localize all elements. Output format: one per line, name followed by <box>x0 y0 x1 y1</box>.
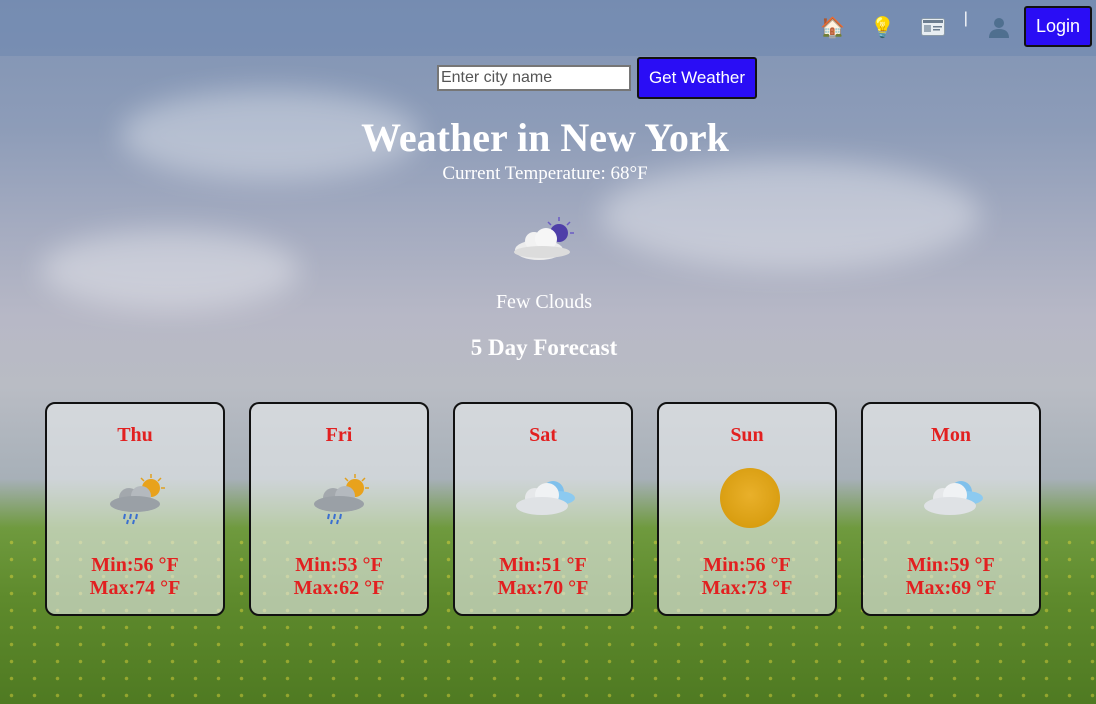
forecast-day: Sun <box>730 424 764 446</box>
cloud-icon <box>513 468 579 534</box>
forecast-day: Sat <box>529 424 557 446</box>
home-icon[interactable]: 🏠 <box>818 12 848 42</box>
forecast-min: Min:53 °F <box>295 554 383 576</box>
search-bar: Get Weather <box>0 57 1096 99</box>
nav-bar: 🏠 💡 | Login <box>808 6 1092 47</box>
forecast-min: Min:59 °F <box>907 554 995 576</box>
forecast-day: Thu <box>117 424 153 446</box>
forecast-min: Min:56 °F <box>91 554 179 576</box>
forecast-card: Sat Min:51 °F Max:70 °F <box>453 402 633 616</box>
sun-icon <box>717 468 783 534</box>
nav-separator: | <box>963 9 968 27</box>
city-search-input[interactable] <box>436 65 631 91</box>
forecast-max: Max:69 °F <box>905 577 997 599</box>
page-title: Weather in New York <box>361 115 729 160</box>
forecast-card: Sun Min:56 °F Max:73 °F <box>657 402 837 616</box>
few-clouds-night-icon <box>512 214 578 262</box>
forecast-title: 5 Day Forecast <box>470 335 618 360</box>
lightbulb-icon[interactable]: 💡 <box>868 12 898 42</box>
forecast-max: Max:70 °F <box>497 577 589 599</box>
forecast-card: Thu Min:56 °F Max:74 °F <box>45 402 225 616</box>
current-temperature: Current Temperature: 68°F <box>442 163 648 184</box>
forecast-card: Mon Min:59 °F Max:69 °F <box>861 402 1041 616</box>
cloud-icon <box>921 468 987 534</box>
sun-rain-cloud-icon <box>105 468 171 534</box>
forecast-max: Max:73 °F <box>701 577 793 599</box>
forecast-card: Fri Min:53 °F Max:62 °F <box>249 402 429 616</box>
forecast-max: Max:74 °F <box>89 577 181 599</box>
user-icon[interactable] <box>984 12 1014 42</box>
login-button[interactable]: Login <box>1023 6 1092 47</box>
sun-rain-cloud-icon <box>309 468 375 534</box>
get-weather-button[interactable]: Get Weather <box>636 57 758 99</box>
forecast-min: Min:56 °F <box>703 554 791 576</box>
forecast-day: Mon <box>931 424 971 446</box>
forecast-day: Fri <box>325 424 353 446</box>
weather-description: Few Clouds <box>495 291 593 313</box>
forecast-cards: Thu Min:56 °F Max:74 °F Fri Min:53 °F Ma… <box>45 402 1065 616</box>
id-card-icon[interactable] <box>918 12 948 42</box>
forecast-min: Min:51 °F <box>499 554 587 576</box>
forecast-max: Max:62 °F <box>293 577 385 599</box>
